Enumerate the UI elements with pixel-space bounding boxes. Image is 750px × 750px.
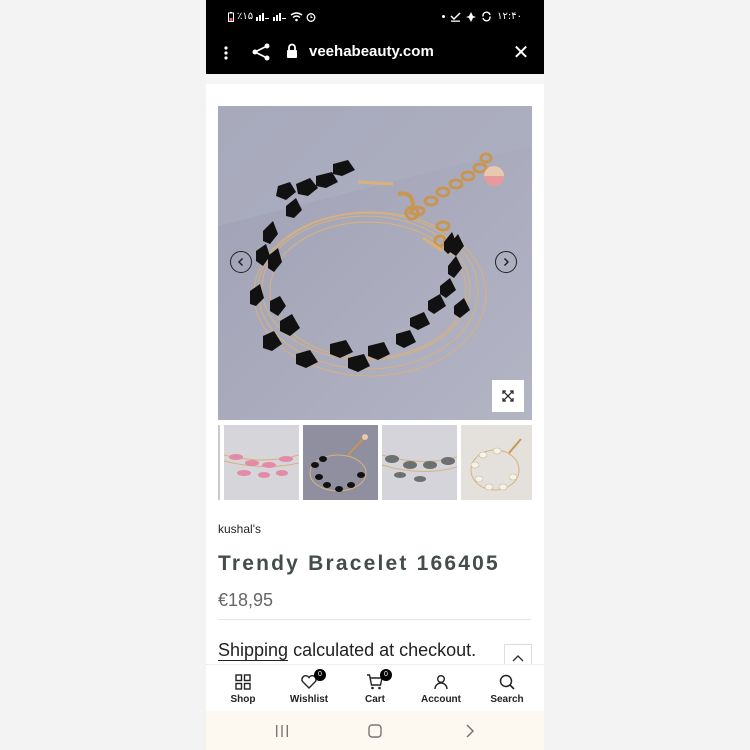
nav-shop-label: Shop: [230, 694, 256, 705]
status-time: ۱۲:۴۰: [497, 11, 522, 22]
battery-icon: [228, 11, 234, 22]
home-icon: [368, 724, 382, 738]
user-icon: [434, 675, 448, 690]
status-left: ٪۱۵: [228, 11, 316, 22]
nav-search[interactable]: Search: [474, 665, 540, 712]
nav-account-label: Account: [421, 694, 461, 705]
thumbnail-grey[interactable]: [382, 425, 457, 500]
alarm-icon: [306, 12, 316, 22]
browser-url-bar: veehabeauty.com ✕: [206, 34, 544, 74]
shipping-link[interactable]: Shipping: [218, 640, 289, 661]
close-icon[interactable]: ✕: [510, 41, 532, 63]
product-price: €18,95: [218, 590, 274, 610]
search-icon: [499, 674, 515, 690]
back-button[interactable]: [460, 721, 480, 741]
shipping-note: Shipping calculated at checkout.: [218, 640, 476, 661]
status-right: ۱۲:۴۰: [442, 11, 522, 22]
product-card: kushal's Trendy Bracelet 166405 €18,95 S…: [206, 84, 544, 674]
product-title: Trendy Bracelet 166405: [218, 552, 500, 575]
nav-shop[interactable]: Shop: [210, 665, 276, 712]
bottom-navigation: Shop 0 Wishlist 0 Cart Account Search: [206, 664, 544, 712]
product-brand[interactable]: kushal's: [218, 522, 261, 536]
thumbnail-black[interactable]: [303, 425, 378, 500]
signal-icon-2: [273, 13, 287, 21]
lock-icon: [286, 43, 298, 59]
divider: [218, 619, 531, 620]
page-content: kushal's Trendy Bracelet 166405 €18,95 S…: [206, 74, 544, 674]
nav-cart-label: Cart: [364, 694, 385, 705]
recent-apps-icon: [276, 725, 288, 737]
nav-wishlist[interactable]: 0 Wishlist: [276, 665, 342, 712]
signal-icon: [256, 13, 270, 21]
next-image-button[interactable]: [495, 251, 517, 273]
nav-search-label: Search: [490, 694, 524, 705]
nav-wishlist-label: Wishlist: [289, 694, 329, 705]
bracelet-image: [218, 106, 532, 420]
back-icon: [466, 724, 475, 738]
recent-apps-button[interactable]: [272, 721, 292, 741]
home-button[interactable]: [365, 721, 385, 741]
phone-screen: ٪۱۵ ۱۲:۴۰ veehabeauty.com ✕ kushal's Tre…: [206, 0, 544, 750]
zoom-button[interactable]: [492, 380, 524, 412]
chevron-right-icon: [503, 257, 510, 267]
thumbnail-white[interactable]: [461, 425, 532, 500]
system-navigation-bar: [206, 711, 544, 750]
grid-icon: [235, 674, 251, 690]
nav-cart[interactable]: 0 Cart: [342, 665, 408, 712]
cart-count-badge: 0: [380, 669, 392, 681]
wifi-icon: [290, 11, 303, 21]
prev-image-button[interactable]: [230, 251, 252, 273]
wishlist-count-badge: 0: [314, 669, 326, 681]
shipping-text: calculated at checkout.: [288, 640, 477, 660]
battery-percent: ٪۱۵: [237, 11, 254, 22]
thumbnail-edge: [218, 425, 220, 500]
more-vertical-icon[interactable]: [220, 42, 232, 64]
thumbnail-pink[interactable]: [224, 425, 299, 500]
expand-icon: [502, 390, 514, 402]
share-icon[interactable]: [250, 41, 272, 63]
status-bar: ٪۱۵ ۱۲:۴۰: [206, 0, 544, 34]
app-notification-icon: [466, 11, 477, 22]
download-done-icon: [450, 11, 461, 22]
nav-account[interactable]: Account: [408, 665, 474, 712]
chevron-left-icon: [237, 257, 244, 267]
thumbnail-strip: [218, 425, 532, 500]
notification-dot-icon: [442, 15, 446, 18]
sync-icon: [482, 11, 491, 22]
url-text[interactable]: veehabeauty.com: [309, 42, 434, 62]
product-main-image[interactable]: [218, 106, 532, 420]
chevron-up-icon: [512, 655, 524, 662]
